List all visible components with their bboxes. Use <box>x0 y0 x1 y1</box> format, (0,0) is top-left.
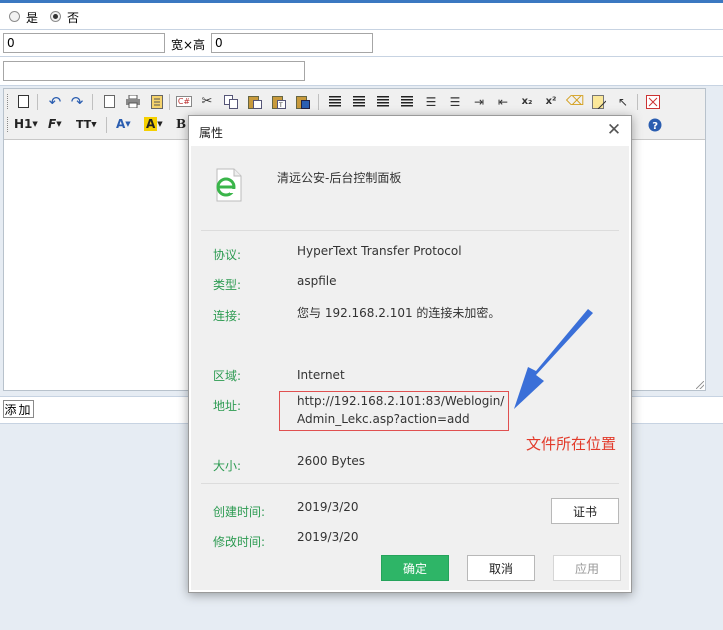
font-color-dropdown[interactable]: A▼ <box>116 116 131 133</box>
add-button[interactable]: 添加 <box>3 400 34 418</box>
type-label: 类型: <box>213 278 242 292</box>
radio-yes-label: 是 <box>26 11 39 25</box>
type-value: aspfile <box>297 274 337 288</box>
text-input[interactable] <box>3 61 305 81</box>
code-icon[interactable]: C# <box>175 93 193 110</box>
font-size-dropdown[interactable]: TT▼ <box>76 116 97 133</box>
help-icon[interactable]: ? <box>646 116 664 133</box>
background-color-dropdown[interactable]: A ▼ <box>144 116 163 133</box>
align-justify-icon[interactable] <box>398 93 416 110</box>
paste-text-icon[interactable]: T <box>270 93 288 110</box>
superscript-icon[interactable]: x² <box>542 93 560 110</box>
created-value: 2019/3/20 <box>297 500 359 514</box>
radio-no[interactable] <box>50 11 61 22</box>
zone-value: Internet <box>297 368 345 382</box>
connection-label: 连接: <box>213 309 242 323</box>
size-separator-label: 宽×高 <box>171 38 206 52</box>
ok-button[interactable]: 确定 <box>381 555 449 581</box>
radio-yes[interactable] <box>9 11 20 22</box>
size-value: 2600 Bytes <box>297 454 366 468</box>
toolbar-grip <box>7 94 11 109</box>
source-icon[interactable] <box>14 93 32 110</box>
template-icon[interactable] <box>148 93 166 110</box>
print-icon[interactable] <box>124 93 142 110</box>
select-all-icon[interactable] <box>590 93 608 110</box>
svg-text:?: ? <box>652 121 658 132</box>
outdent-icon[interactable]: ⇤ <box>494 93 512 110</box>
fullscreen-icon[interactable] <box>644 93 662 110</box>
size-label: 大小: <box>213 459 242 473</box>
svg-text:T: T <box>278 102 283 109</box>
radio-row: 是 否 <box>0 3 723 30</box>
indent-icon[interactable]: ⇥ <box>470 93 488 110</box>
page-name: 清远公安-后台控制面板 <box>277 171 402 185</box>
annotation-arrow-icon <box>514 309 593 409</box>
cancel-button[interactable]: 取消 <box>467 555 535 581</box>
resize-handle[interactable] <box>696 381 704 389</box>
paste-icon[interactable] <box>246 93 264 110</box>
cursor-icon[interactable]: ↖ <box>614 93 632 110</box>
align-left-icon[interactable] <box>326 93 344 110</box>
page-file-icon <box>216 168 242 202</box>
text-row <box>0 57 723 86</box>
copy-icon[interactable] <box>222 93 240 110</box>
undo-icon[interactable]: ↶ <box>46 93 64 111</box>
protocol-value: HyperText Transfer Protocol <box>297 244 462 258</box>
apply-button[interactable]: 应用 <box>553 555 621 581</box>
size-row: 宽×高 <box>0 30 723 57</box>
subscript-icon[interactable]: x₂ <box>518 93 536 110</box>
annotation-text: 文件所在位置 <box>526 435 617 453</box>
protocol-label: 协议: <box>213 248 242 262</box>
close-icon[interactable]: ✕ <box>605 121 623 139</box>
width-input[interactable] <box>3 33 165 53</box>
ordered-list-icon[interactable]: ☰ <box>422 93 440 110</box>
paste-word-icon[interactable] <box>294 93 312 110</box>
address-value: http://192.168.2.101:83/Weblogin/ Admin_… <box>297 394 505 426</box>
modified-label: 修改时间: <box>213 535 266 549</box>
preview-icon[interactable] <box>100 93 118 110</box>
redo-icon[interactable]: ↷ <box>68 93 86 111</box>
align-right-icon[interactable] <box>374 93 392 110</box>
align-center-icon[interactable] <box>350 93 368 110</box>
modified-value: 2019/3/20 <box>297 530 359 544</box>
certificate-button[interactable]: 证书 <box>551 498 619 524</box>
clear-format-icon[interactable]: ⌫ <box>566 93 584 110</box>
connection-value: 您与 192.168.2.101 的连接未加密。 <box>297 306 501 320</box>
bold-button[interactable]: B <box>176 116 186 133</box>
heading-dropdown[interactable]: H1▼ <box>14 116 38 133</box>
created-label: 创建时间: <box>213 505 266 519</box>
unordered-list-icon[interactable]: ☰ <box>446 93 464 110</box>
height-input[interactable] <box>211 33 373 53</box>
zone-label: 区域: <box>213 369 242 383</box>
address-label: 地址: <box>213 399 242 413</box>
cut-icon[interactable]: ✂ <box>198 93 216 110</box>
dialog-title: 属性 <box>199 126 224 140</box>
font-family-dropdown[interactable]: F▼ <box>48 116 62 133</box>
radio-no-label: 否 <box>67 11 80 25</box>
